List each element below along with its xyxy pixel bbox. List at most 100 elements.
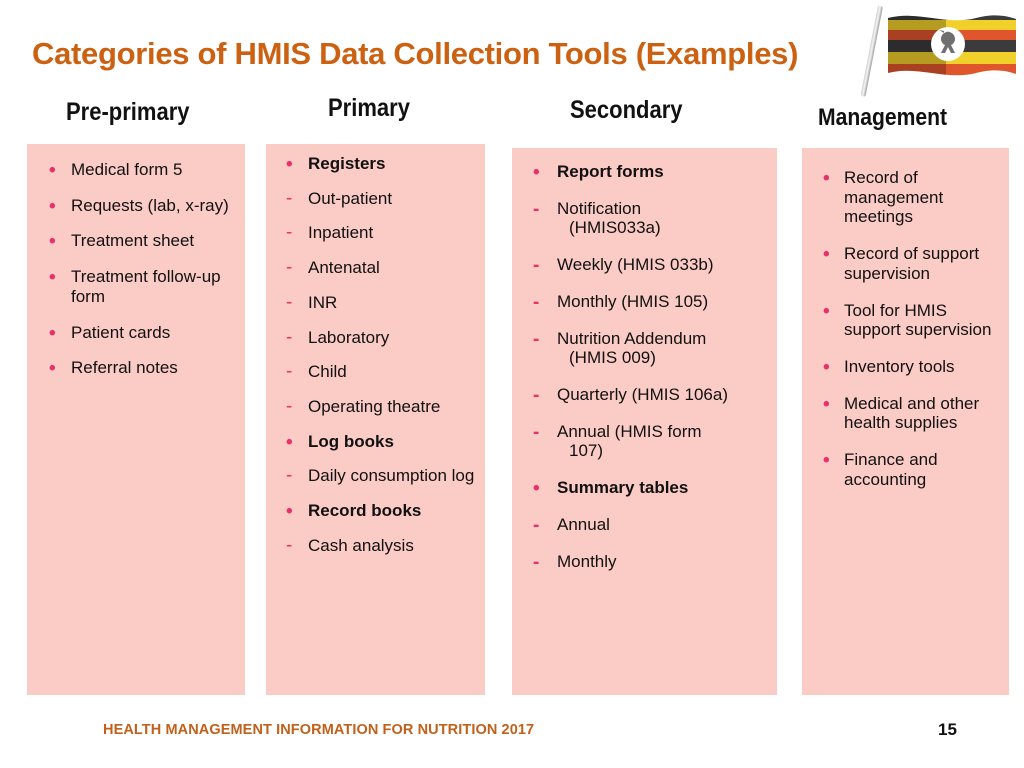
list-item-label: Notification xyxy=(557,198,642,218)
list-item-label: Weekly (HMIS 033b) xyxy=(557,255,714,275)
list-item: - Operating theatre xyxy=(278,397,479,417)
list-item: • Finance and accounting xyxy=(814,450,1001,489)
list-item-label: Daily consumption log xyxy=(308,466,475,486)
list-item: • Log books xyxy=(278,432,479,452)
dash-marker-icon: - xyxy=(533,328,540,350)
bullet-marker-icon: • xyxy=(286,154,293,175)
dash-marker-icon: - xyxy=(533,551,540,573)
list-item: • Treatment follow-up form xyxy=(41,267,237,306)
bullet-marker-icon: • xyxy=(49,160,56,181)
list-item-label: Referral notes xyxy=(71,358,178,378)
bullet-marker-icon: • xyxy=(823,450,830,472)
list-item-label: Summary tables xyxy=(557,478,689,498)
bullet-marker-icon: • xyxy=(533,162,540,183)
page-title: Categories of HMIS Data Collection Tools… xyxy=(32,36,799,71)
page-number: 15 xyxy=(938,720,957,739)
list-item-label: INR xyxy=(308,292,338,312)
list-item: • Tool for HMIS support supervision xyxy=(814,301,1001,340)
uganda-flag xyxy=(860,2,1024,102)
list-item-sublabel: (HMIS 009) xyxy=(569,348,656,368)
list-item: - Out-patient xyxy=(278,189,479,209)
footer-text: HEALTH MANAGEMENT INFORMATION FOR NUTRIT… xyxy=(103,722,535,738)
list-item-label: Record books xyxy=(308,501,422,521)
list-item: - Annual xyxy=(524,515,769,535)
list-item: - Laboratory xyxy=(278,328,479,348)
list-item: • Medical form 5 xyxy=(41,160,237,180)
list-item-label: Record of management meetings xyxy=(844,168,944,227)
panel-primary: • Registers - Out-patient - Inpatient - Antenat… xyxy=(266,144,485,695)
list-item-label: Finance and accounting xyxy=(844,450,938,489)
list-item-label: Treatment follow-up form xyxy=(71,267,221,306)
list-item-label: Cash analysis xyxy=(308,535,414,555)
list-item-sublabel: (HMIS033a) xyxy=(569,218,661,238)
list-item: - Monthly xyxy=(524,552,769,572)
list-item: - Cash analysis xyxy=(278,536,479,556)
bullet-marker-icon: • xyxy=(823,357,830,379)
list-item: • Registers xyxy=(278,154,479,174)
list-item: - Child xyxy=(278,362,479,382)
list-item-label: Antenatal xyxy=(308,258,380,278)
list-item-label: Treatment sheet xyxy=(71,231,195,251)
flag-pole-icon xyxy=(860,5,883,97)
list-item: - Inpatient xyxy=(278,223,479,243)
list-item: - Antenatal xyxy=(278,258,479,278)
dash-marker-icon: - xyxy=(286,326,293,348)
list-item: - Weekly (HMIS 033b) xyxy=(524,255,769,275)
list-item-label: Annual xyxy=(557,514,610,534)
bullet-marker-icon: • xyxy=(823,393,830,415)
list-item-label: Nutrition Addendum xyxy=(557,328,707,348)
dash-marker-icon: - xyxy=(533,385,540,407)
list-item: • Inventory tools xyxy=(814,357,1001,377)
list-item: - Quarterly (HMIS 106a) xyxy=(524,385,769,405)
list-item-label: Patient cards xyxy=(71,322,171,342)
list-item: • Record books xyxy=(278,501,479,521)
panel-management: • Record of management meetings • Record of… xyxy=(802,148,1009,695)
dash-marker-icon: - xyxy=(286,187,293,209)
list-item-label: Medical form 5 xyxy=(71,160,183,179)
list-item-label: Operating theatre xyxy=(308,397,441,417)
column-header-pre-primary: Pre-primary xyxy=(66,98,190,126)
list-item-label: Child xyxy=(308,362,347,382)
list-item-label: Annual (HMIS form xyxy=(557,421,702,441)
flag-cloth-icon xyxy=(886,10,1018,90)
list-item: • Record of management meetings xyxy=(814,168,1001,227)
panel-secondary: • Report forms - Notification (HMIS033a) - Wee… xyxy=(512,148,777,695)
list-item-sublabel: 107) xyxy=(569,441,604,461)
list-item-label: Medical and other health supplies xyxy=(844,393,980,433)
bullet-marker-icon: • xyxy=(533,478,540,500)
list-item: - Nutrition Addendum (HMIS 009) xyxy=(524,329,769,368)
list-item-label: Log books xyxy=(308,431,394,451)
list-item: • Record of support supervision xyxy=(814,244,1001,283)
list-item: - Daily consumption log xyxy=(278,466,479,486)
list-item-label: Inventory tools xyxy=(844,357,955,377)
list-item-label: Out-patient xyxy=(308,188,393,208)
dash-marker-icon: - xyxy=(533,291,540,313)
bullet-marker-icon: • xyxy=(49,195,56,217)
list-item: - INR xyxy=(278,293,479,313)
panel-pre-primary: • Medical form 5 • Requests (lab, x-ray) • Tr… xyxy=(27,144,245,695)
bullet-marker-icon: • xyxy=(49,322,56,344)
list-pre-primary: • Medical form 5 • Requests (lab, x-ray) • Tr… xyxy=(27,144,245,394)
dash-marker-icon: - xyxy=(533,255,540,277)
dash-marker-icon: - xyxy=(286,396,293,418)
list-item-label: Inpatient xyxy=(308,223,374,243)
list-item-label: Monthly xyxy=(557,551,617,571)
dash-marker-icon: - xyxy=(533,198,540,220)
list-item: - Monthly (HMIS 105) xyxy=(524,292,769,312)
list-management: • Record of management meetings • Record of… xyxy=(802,148,1009,507)
list-item-label: Tool for HMIS support supervision xyxy=(844,300,992,340)
column-header-primary: Primary xyxy=(328,94,410,122)
bullet-marker-icon: • xyxy=(49,267,56,289)
bullet-marker-icon: • xyxy=(286,501,293,523)
list-item-label: Record of support supervision xyxy=(844,244,980,283)
column-header-secondary: Secondary xyxy=(570,96,683,124)
list-item: • Requests (lab, x-ray) xyxy=(41,196,237,216)
dash-marker-icon: - xyxy=(286,534,293,556)
dash-marker-icon: - xyxy=(286,291,293,313)
list-item: • Treatment sheet xyxy=(41,231,237,251)
list-item: • Patient cards xyxy=(41,323,237,343)
column-header-management: Management xyxy=(818,104,948,131)
dash-marker-icon: - xyxy=(286,257,293,279)
slide-canvas: Categories of HMIS Data Collection Tools… xyxy=(0,0,1024,768)
bullet-marker-icon: • xyxy=(49,358,56,380)
